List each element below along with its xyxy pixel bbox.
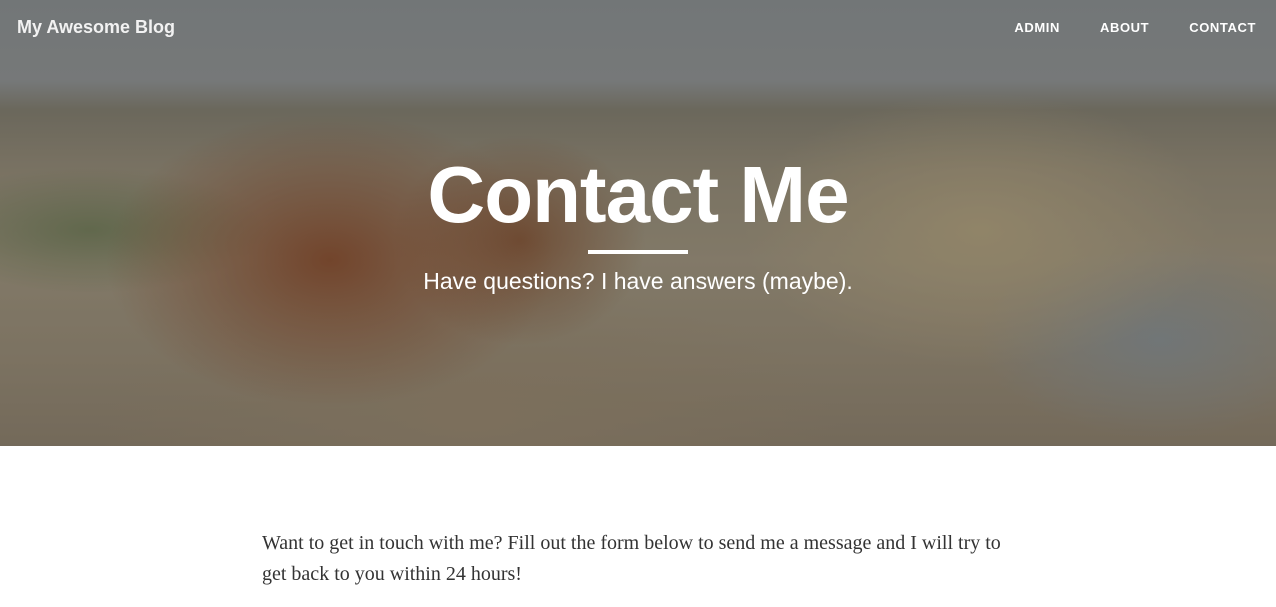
nav-link-admin[interactable]: ADMIN: [1014, 20, 1060, 35]
navbar: My Awesome Blog ADMIN ABOUT CONTACT: [0, 0, 1276, 58]
contact-intro-text: Want to get in touch with me? Fill out t…: [262, 532, 1001, 585]
nav-link-contact[interactable]: CONTACT: [1189, 20, 1256, 35]
page-subtitle: Have questions? I have answers (maybe).: [423, 268, 853, 294]
hero-header: My Awesome Blog ADMIN ABOUT CONTACT Cont…: [0, 0, 1276, 446]
nav-links: ADMIN ABOUT CONTACT: [974, 20, 1256, 35]
nav-link-about[interactable]: ABOUT: [1100, 20, 1149, 35]
main-content: Want to get in touch with me? Fill out t…: [262, 528, 1014, 590]
title-divider: [588, 250, 688, 254]
brand-link[interactable]: My Awesome Blog: [17, 17, 175, 38]
page-title: Contact Me: [427, 150, 849, 239]
page-heading: Contact Me Have questions? I have answer…: [0, 152, 1276, 295]
